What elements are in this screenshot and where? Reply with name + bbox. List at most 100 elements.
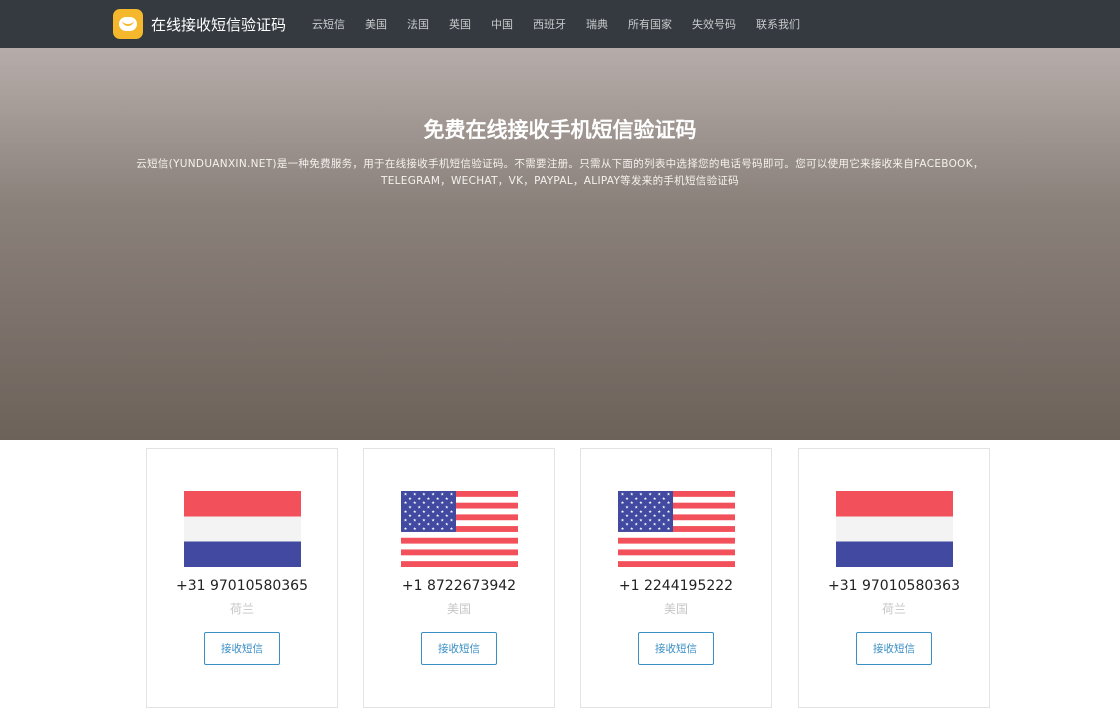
svg-text:★: ★ [648, 517, 652, 522]
nav-item-expired-numbers[interactable]: 失效号码 [692, 16, 736, 32]
svg-text:★: ★ [662, 522, 666, 527]
nav-item-uk[interactable]: 英国 [449, 16, 471, 32]
nav-item-yunduanxin[interactable]: 云短信 [312, 16, 345, 32]
svg-text:★: ★ [662, 505, 666, 510]
svg-text:★: ★ [653, 496, 657, 501]
phone-number: +1 2244195222 [618, 578, 734, 594]
svg-text:★: ★ [436, 505, 440, 510]
country-name: 美国 [446, 602, 471, 616]
svg-text:★: ★ [648, 500, 652, 505]
netherlands-flag-icon [836, 491, 953, 567]
svg-text:★: ★ [408, 513, 412, 518]
svg-text:★: ★ [404, 492, 408, 497]
nav-item-all-countries[interactable]: 所有国家 [628, 16, 672, 32]
svg-text:★: ★ [427, 496, 431, 501]
phone-card[interactable]: ★ ★ ★ ★ ★ ★ ★ ★ ★ ★ ★ ★ ★ ★ ★ ★ ★ ★ ★ ★ ★ ★ ★ ★ ★ ★ ★ ★ ★ ★ ★ ★ ★ ★ ★ ★ ★ ★ ★ ★… [363, 448, 555, 708]
svg-text:★: ★ [427, 505, 431, 510]
svg-text:★: ★ [404, 517, 408, 522]
svg-text:★: ★ [630, 492, 634, 497]
svg-text:★: ★ [413, 517, 417, 522]
svg-text:★: ★ [436, 496, 440, 501]
svg-text:★: ★ [634, 496, 638, 501]
svg-text:★: ★ [431, 526, 435, 531]
svg-text:★: ★ [436, 522, 440, 527]
svg-text:★: ★ [422, 509, 426, 514]
svg-text:★: ★ [625, 522, 629, 527]
svg-text:★: ★ [644, 496, 648, 501]
phone-number: +1 8722673942 [401, 578, 517, 594]
svg-text:★: ★ [404, 509, 408, 514]
brand-text: 在线接收短信验证码 [151, 15, 287, 34]
phone-card[interactable]: ★ ★ ★ ★ ★ ★ ★ ★ ★ ★ ★ ★ ★ ★ ★ ★ ★ ★ ★ ★ ★ ★ ★ ★ ★ ★ ★ ★ ★ ★ ★ ★ ★ ★ ★ ★ ★ ★ ★ ★… [580, 448, 772, 708]
usa-flag-icon: ★ ★ ★ ★ ★ ★ ★ ★ ★ ★ ★ ★ ★ ★ ★ ★ ★ ★ ★ ★ ★ ★ ★ ★ ★ ★ ★ ★ ★ ★ ★ ★ ★ ★ ★ ★ ★ ★ ★ ★… [401, 491, 518, 567]
country-name: 荷兰 [229, 602, 254, 616]
svg-text:★: ★ [657, 509, 661, 514]
brand-link[interactable]: 在线接收短信验证码 [113, 9, 286, 39]
svg-text:★: ★ [644, 505, 648, 510]
svg-text:★: ★ [413, 509, 417, 514]
svg-text:★: ★ [417, 522, 421, 527]
nav-item-contact[interactable]: 联系我们 [756, 16, 800, 32]
svg-text:★: ★ [657, 492, 661, 497]
svg-text:★: ★ [648, 509, 652, 514]
hero-title: 免费在线接收手机短信验证码 [423, 118, 697, 142]
svg-text:★: ★ [450, 492, 454, 497]
nav-item-sweden[interactable]: 瑞典 [586, 16, 608, 32]
svg-text:★: ★ [621, 517, 625, 522]
svg-text:★: ★ [648, 492, 652, 497]
svg-text:★: ★ [450, 500, 454, 505]
svg-text:★: ★ [431, 492, 435, 497]
svg-text:★: ★ [450, 517, 454, 522]
svg-text:★: ★ [639, 492, 643, 497]
country-name: 美国 [663, 602, 688, 616]
svg-text:★: ★ [630, 517, 634, 522]
nav-item-france[interactable]: 法国 [407, 16, 429, 32]
svg-text:★: ★ [667, 492, 671, 497]
svg-text:★: ★ [625, 513, 629, 518]
receive-sms-button[interactable]: 接收短信 [204, 632, 280, 665]
nav-item-spain[interactable]: 西班牙 [533, 16, 566, 32]
receive-sms-button[interactable]: 接收短信 [638, 632, 714, 665]
svg-text:★: ★ [667, 526, 671, 531]
svg-text:★: ★ [630, 500, 634, 505]
svg-text:★: ★ [445, 522, 449, 527]
svg-text:★: ★ [667, 517, 671, 522]
svg-text:★: ★ [440, 500, 444, 505]
svg-text:★: ★ [440, 517, 444, 522]
svg-text:★: ★ [417, 513, 421, 518]
phone-card[interactable]: +31 97010580363 荷兰 接收短信 [798, 448, 990, 708]
svg-text:★: ★ [445, 513, 449, 518]
phone-card[interactable]: +31 97010580365 荷兰 接收短信 [146, 448, 338, 708]
chat-bubble-icon [113, 9, 143, 39]
country-name: 荷兰 [881, 602, 906, 616]
svg-text:★: ★ [440, 492, 444, 497]
svg-text:★: ★ [404, 526, 408, 531]
receive-sms-button[interactable]: 接收短信 [856, 632, 932, 665]
nav-item-usa[interactable]: 美国 [365, 16, 387, 32]
svg-text:★: ★ [667, 500, 671, 505]
svg-text:★: ★ [431, 509, 435, 514]
svg-text:★: ★ [440, 526, 444, 531]
svg-text:★: ★ [667, 509, 671, 514]
nav-item-china[interactable]: 中国 [491, 16, 513, 32]
svg-text:★: ★ [450, 509, 454, 514]
svg-text:★: ★ [450, 526, 454, 531]
svg-text:★: ★ [408, 496, 412, 501]
svg-text:★: ★ [653, 505, 657, 510]
svg-text:★: ★ [422, 500, 426, 505]
svg-text:★: ★ [657, 500, 661, 505]
receive-sms-button[interactable]: 接收短信 [421, 632, 497, 665]
svg-text:★: ★ [621, 500, 625, 505]
svg-text:★: ★ [625, 496, 629, 501]
svg-text:★: ★ [440, 509, 444, 514]
svg-text:★: ★ [630, 509, 634, 514]
svg-text:★: ★ [625, 505, 629, 510]
nav-menu: 云短信 美国 法国 英国 中国 西班牙 瑞典 所有国家 失效号码 联系我们 [312, 0, 820, 48]
netherlands-flag-icon [184, 491, 301, 567]
svg-text:★: ★ [404, 500, 408, 505]
svg-text:★: ★ [648, 526, 652, 531]
hero-description: 云短信(YUNDUANXIN.NET)是一种免费服务，用于在线接收手机短信验证码… [136, 158, 984, 187]
svg-text:★: ★ [639, 509, 643, 514]
svg-text:★: ★ [621, 492, 625, 497]
svg-text:★: ★ [621, 509, 625, 514]
